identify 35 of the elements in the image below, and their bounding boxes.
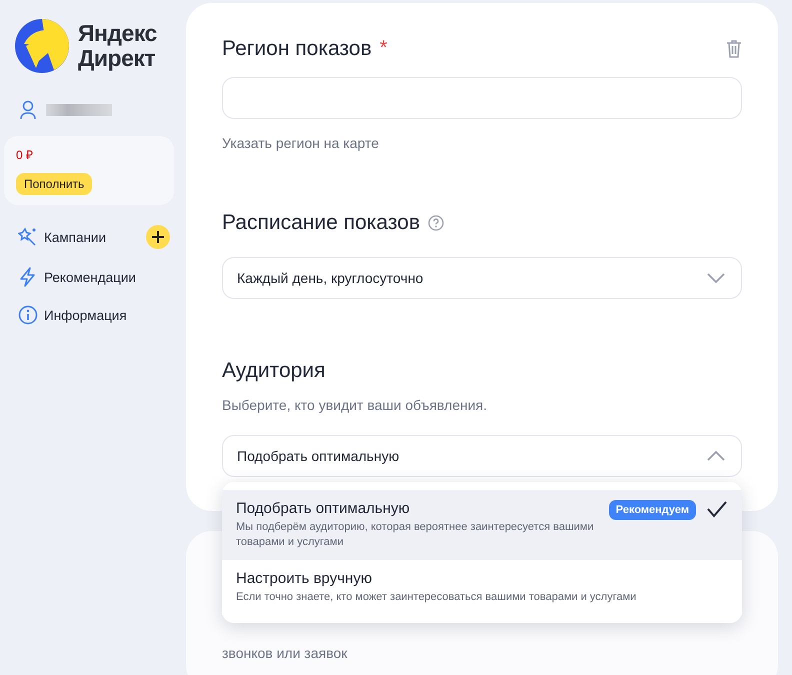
- option-description: Если точно знаете, кто может заинтересоваться вашими товарами и услугами: [236, 590, 638, 605]
- section-description: Выберите, кто увидит ваши объявления.: [222, 397, 488, 413]
- card-text: звонков или заявок: [222, 645, 348, 661]
- audience-select[interactable]: Подобрать оптимальную: [222, 435, 742, 477]
- required-mark: *: [380, 37, 388, 60]
- option-title: Подобрать оптимальную: [236, 500, 411, 517]
- option-title: Настроить вручную: [236, 570, 373, 587]
- option-description: Мы подберём аудиторию, которая вероятнее заинтересуется вашими товарами и услугами: [236, 520, 595, 550]
- user-icon: [20, 100, 36, 120]
- check-icon: [706, 500, 728, 518]
- sidebar-item[interactable]: Рекомендации: [44, 270, 170, 284]
- logo-icon: [14, 18, 70, 74]
- chevron-icon: [707, 273, 725, 283]
- magic-wand-icon: [18, 227, 38, 247]
- section-title: Регион показов: [222, 37, 372, 61]
- help-icon[interactable]: [428, 215, 444, 231]
- map-link[interactable]: Указать регион на карте: [222, 135, 742, 151]
- logo-text: Яндекс Директ: [78, 21, 157, 71]
- balance-amount: 0 ₽: [16, 147, 34, 163]
- trash-icon[interactable]: [726, 39, 742, 59]
- sidebar-item[interactable]: Кампании: [44, 230, 140, 244]
- plus-icon: [151, 230, 165, 244]
- region-input[interactable]: [222, 77, 742, 119]
- top-up-button[interactable]: Пополнить: [16, 173, 92, 195]
- dropdown-option[interactable]: Настроить вручную Если точно знаете, кто может заинтересоваться вашими товарами и услугами: [222, 560, 742, 615]
- section-title: Расписание показов: [222, 211, 420, 235]
- sidebar-item[interactable]: Информация: [44, 308, 170, 322]
- schedule-select[interactable]: Каждый день, круглосуточно: [222, 257, 742, 299]
- chevron-icon: [707, 451, 725, 461]
- info-icon: [18, 305, 38, 325]
- dropdown-option[interactable]: Подобрать оптимальную Мы подберём аудиторию, которая вероятнее заинтересуется вашими товарами и услугами Рекомендуем: [222, 490, 742, 560]
- section-title: Аудитория: [222, 359, 326, 383]
- recommended-badge: Рекомендуем: [608, 500, 696, 520]
- blurred-username: [46, 104, 112, 116]
- add-button[interactable]: [146, 225, 170, 249]
